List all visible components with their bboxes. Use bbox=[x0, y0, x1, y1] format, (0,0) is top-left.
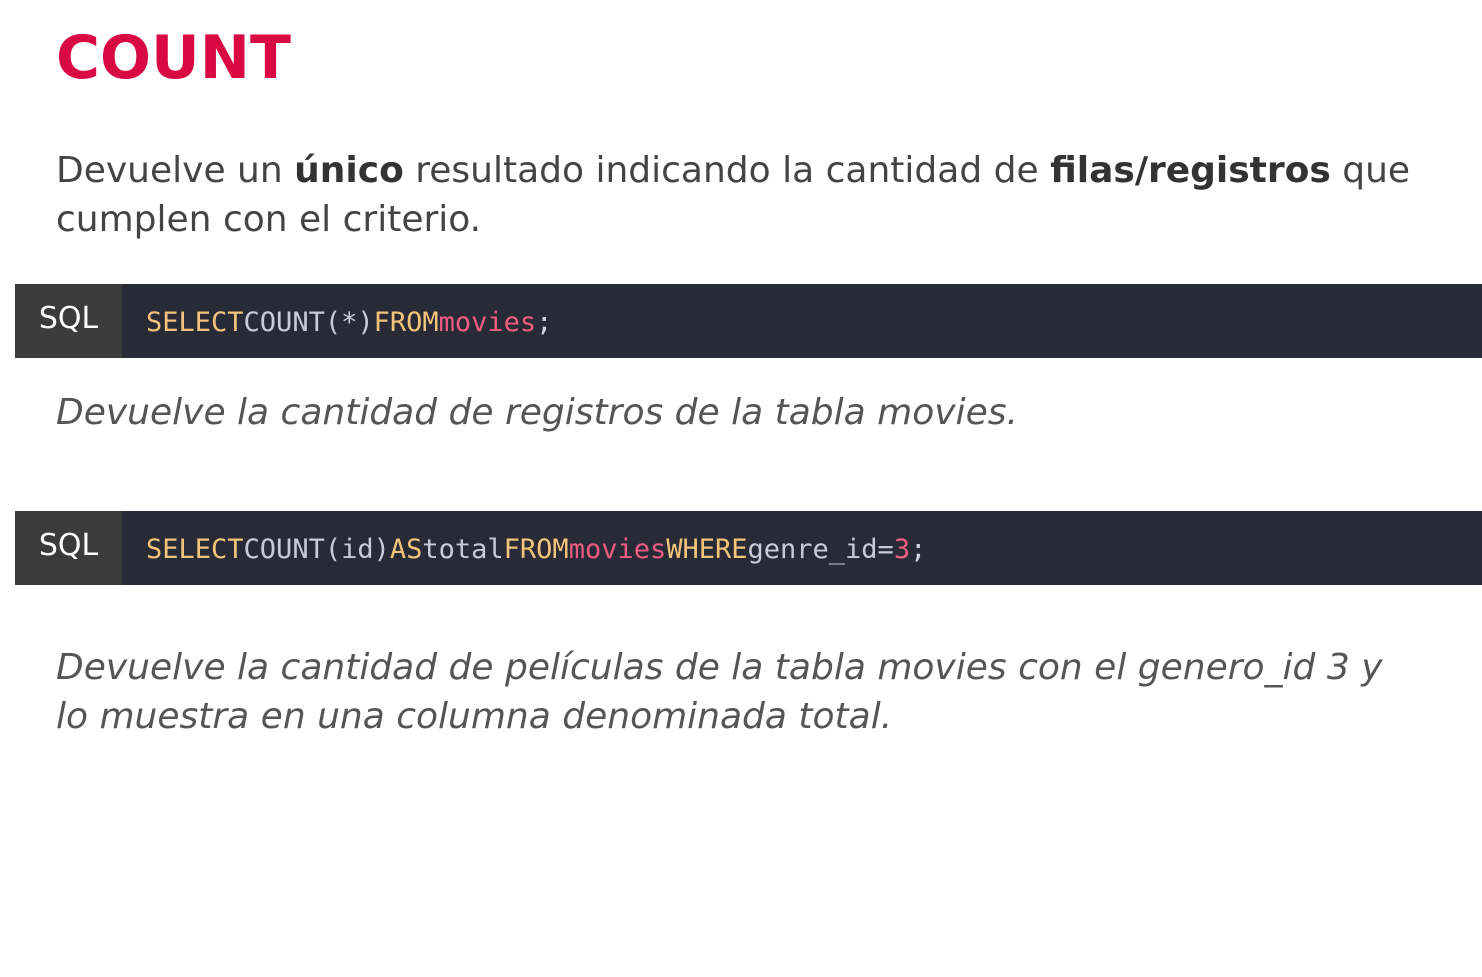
caption-count-where: Devuelve la cantidad de películas de la … bbox=[56, 647, 1383, 737]
page-title: COUNT bbox=[56, 23, 291, 93]
keyword-from: FROM bbox=[503, 533, 569, 565]
language-label: SQL bbox=[15, 284, 122, 358]
keyword-from: FROM bbox=[373, 306, 439, 338]
statement-terminator: ; bbox=[910, 533, 927, 565]
keyword-where: WHERE bbox=[666, 533, 748, 565]
intro-paragraph: Devuelve un único resultado indicando la… bbox=[56, 146, 1436, 244]
keyword-select: SELECT bbox=[146, 306, 244, 338]
table-name: movies bbox=[568, 533, 667, 565]
keyword-as: AS bbox=[389, 533, 423, 565]
intro-emphasis-unique: único bbox=[294, 150, 404, 191]
keyword-select: SELECT bbox=[146, 533, 244, 565]
code-block-count-where: SQL SELECT COUNT(id) AS total FROM movie… bbox=[15, 511, 1482, 585]
code-line: SELECT COUNT(id) AS total FROM movies WH… bbox=[122, 511, 926, 585]
intro-emphasis-rows: filas/registros bbox=[1050, 150, 1331, 191]
code-block-count-all: SQL SELECT COUNT(*) FROM movies; bbox=[15, 284, 1482, 358]
language-label: SQL bbox=[15, 511, 122, 585]
statement-terminator: ; bbox=[536, 306, 553, 338]
column-alias: total bbox=[422, 533, 504, 565]
code-line: SELECT COUNT(*) FROM movies; bbox=[122, 284, 552, 358]
intro-text: Devuelve un bbox=[56, 150, 295, 191]
function-count: COUNT(*) bbox=[243, 306, 374, 338]
condition-value: 3 bbox=[893, 533, 911, 565]
function-count: COUNT(id) bbox=[243, 533, 390, 565]
intro-text: resultado indicando la cantidad de bbox=[403, 150, 1051, 191]
caption-count-all: Devuelve la cantidad de registros de la … bbox=[56, 392, 1018, 433]
table-name: movies bbox=[438, 306, 537, 338]
condition-column: genre_id= bbox=[747, 533, 894, 565]
